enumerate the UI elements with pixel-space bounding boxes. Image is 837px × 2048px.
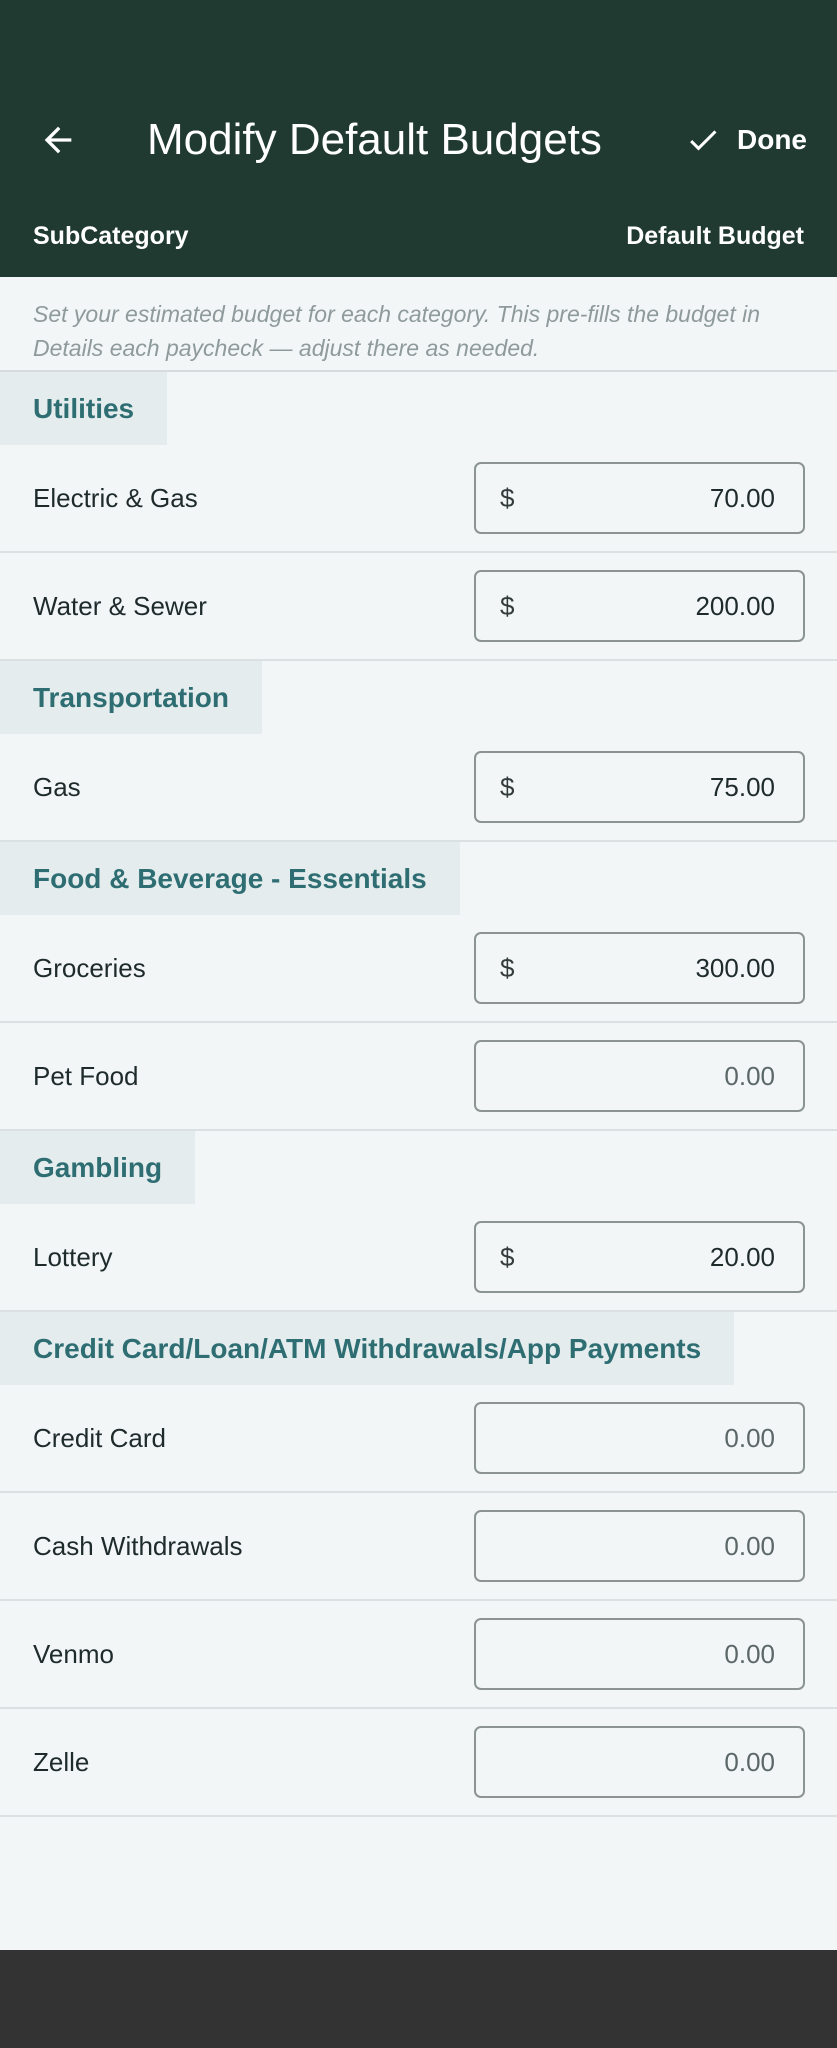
check-icon bbox=[690, 130, 717, 151]
budget-amount-field[interactable] bbox=[474, 1618, 805, 1690]
section-header: Credit Card/Loan/ATM Withdrawals/App Pay… bbox=[0, 1312, 735, 1385]
currency-symbol: $ bbox=[500, 953, 515, 983]
subcategory-label: Venmo bbox=[33, 1639, 114, 1669]
default-budget-column-header: Default Budget bbox=[626, 222, 804, 250]
budget-amount-input[interactable] bbox=[535, 753, 775, 821]
subcategory-label: Credit Card bbox=[33, 1423, 166, 1453]
subcategory-label: Cash Withdrawals bbox=[33, 1531, 243, 1561]
subcategory-label: Pet Food bbox=[33, 1061, 139, 1091]
help-text: Set your estimated budget for each categ… bbox=[0, 277, 837, 372]
budget-amount-input[interactable] bbox=[535, 1404, 775, 1472]
section-header: Transportation bbox=[0, 661, 263, 734]
budget-amount-input[interactable] bbox=[535, 1728, 775, 1796]
budget-row: Cash Withdrawals bbox=[0, 1493, 837, 1601]
budget-amount-field[interactable] bbox=[474, 1510, 805, 1582]
budget-row: Electric & Gas $ bbox=[0, 445, 837, 553]
section-header-wrap: Utilities bbox=[0, 372, 837, 445]
section-header-wrap: Food & Beverage - Essentials bbox=[0, 842, 837, 915]
section-header: Food & Beverage - Essentials bbox=[0, 842, 460, 915]
subcategory-label: Zelle bbox=[33, 1747, 90, 1777]
currency-symbol: $ bbox=[500, 483, 515, 513]
system-navigation-bar bbox=[0, 1950, 837, 2048]
budget-amount-input[interactable] bbox=[535, 572, 775, 640]
section-header-wrap: Credit Card/Loan/ATM Withdrawals/App Pay… bbox=[0, 1312, 837, 1385]
budget-amount-input[interactable] bbox=[535, 1223, 775, 1291]
back-button[interactable] bbox=[30, 112, 86, 168]
currency-symbol: $ bbox=[500, 591, 515, 621]
arrow-left-icon bbox=[44, 126, 72, 154]
budget-row: Pet Food bbox=[0, 1023, 837, 1131]
budget-amount-field[interactable]: $ bbox=[474, 570, 805, 642]
done-label: Done bbox=[737, 124, 807, 155]
budget-amount-input[interactable] bbox=[535, 1512, 775, 1580]
section-header: Utilities bbox=[0, 372, 168, 445]
budget-amount-field[interactable]: $ bbox=[474, 462, 805, 534]
app-header: Modify Default Budgets Done SubCategory … bbox=[0, 0, 837, 277]
budget-amount-field[interactable]: $ bbox=[474, 751, 805, 823]
subcategory-label: Groceries bbox=[33, 953, 146, 983]
budget-row: Lottery $ bbox=[0, 1204, 837, 1312]
budget-amount-field[interactable]: $ bbox=[474, 1221, 805, 1293]
budget-amount-input[interactable] bbox=[535, 464, 775, 532]
budget-row: Water & Sewer $ bbox=[0, 553, 837, 661]
budget-amount-input[interactable] bbox=[535, 934, 775, 1002]
subcategory-label: Water & Sewer bbox=[33, 591, 207, 621]
budget-amount-input[interactable] bbox=[535, 1042, 775, 1110]
subcategory-label: Lottery bbox=[33, 1242, 113, 1272]
budget-amount-input[interactable] bbox=[535, 1620, 775, 1688]
budget-amount-field[interactable] bbox=[474, 1726, 805, 1798]
section-header-wrap: Transportation bbox=[0, 661, 837, 734]
budget-list: Utilities Electric & Gas $ Water & Sewer $ Tr… bbox=[0, 372, 837, 1817]
budget-amount-field[interactable] bbox=[474, 1402, 805, 1474]
budget-row: Venmo bbox=[0, 1601, 837, 1709]
subcategory-column-header: SubCategory bbox=[33, 222, 189, 250]
budget-row: Groceries $ bbox=[0, 915, 837, 1023]
section-header: Gambling bbox=[0, 1131, 196, 1204]
page-title: Modify Default Budgets bbox=[147, 115, 602, 164]
budget-amount-field[interactable] bbox=[474, 1040, 805, 1112]
currency-symbol: $ bbox=[500, 1242, 515, 1272]
subcategory-label: Electric & Gas bbox=[33, 483, 198, 513]
budget-row: Zelle bbox=[0, 1709, 837, 1817]
subcategory-label: Gas bbox=[33, 772, 81, 802]
budget-row: Credit Card bbox=[0, 1385, 837, 1493]
budget-amount-field[interactable]: $ bbox=[474, 932, 805, 1004]
app-root: Modify Default Budgets Done SubCategory … bbox=[0, 0, 837, 2048]
done-button[interactable]: Done bbox=[685, 112, 807, 168]
currency-symbol: $ bbox=[500, 772, 515, 802]
section-header-wrap: Gambling bbox=[0, 1131, 837, 1204]
budget-row: Gas $ bbox=[0, 734, 837, 842]
